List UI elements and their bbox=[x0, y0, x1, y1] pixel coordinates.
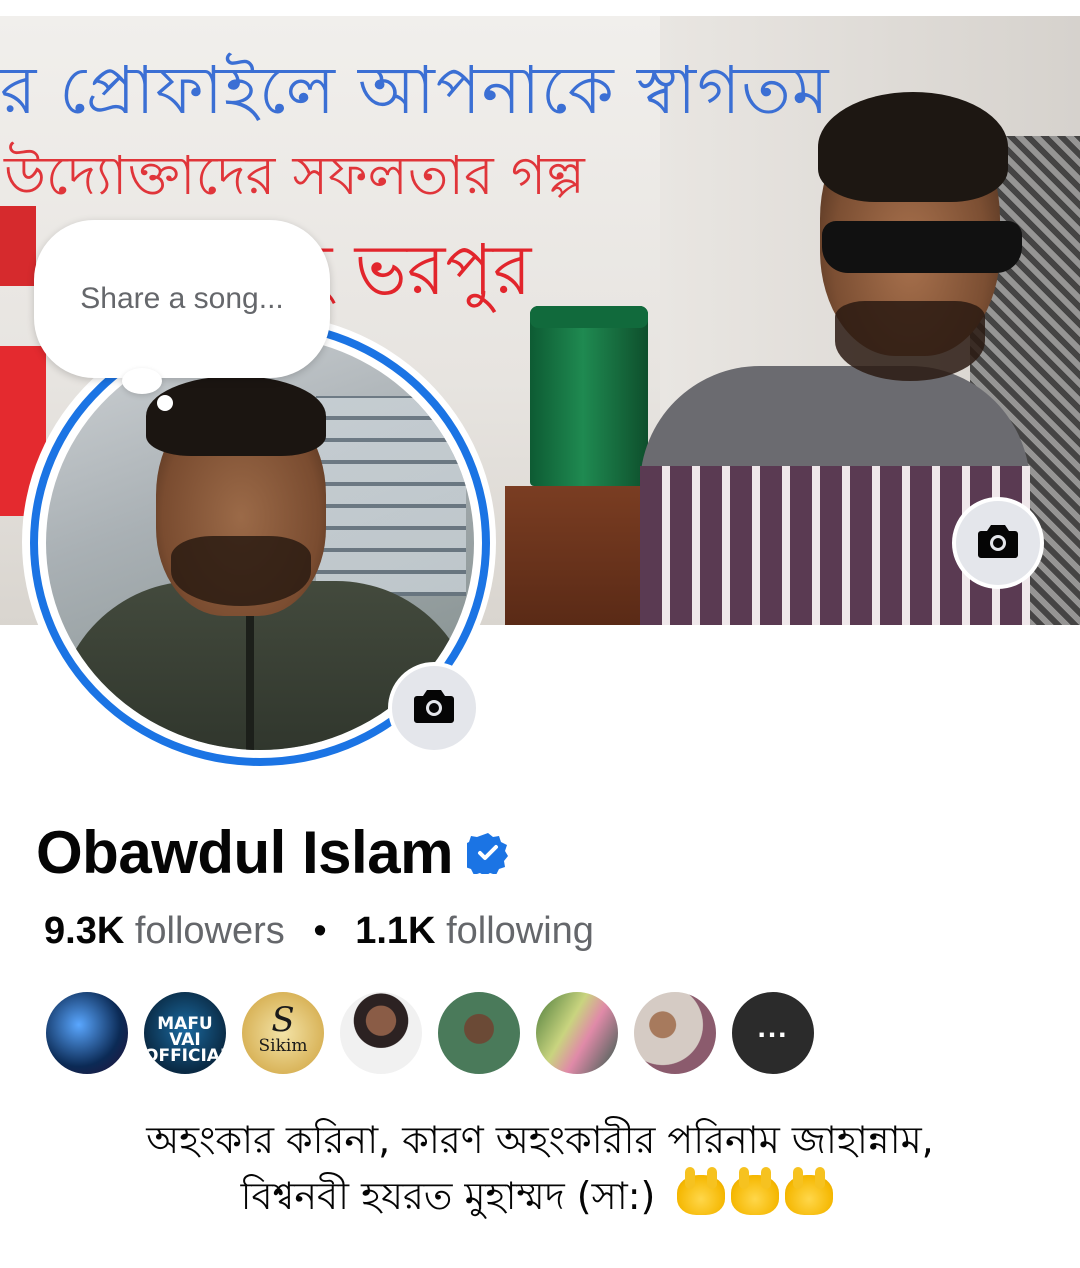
note-placeholder: Share a song... bbox=[80, 282, 284, 315]
bubble-tail bbox=[157, 395, 173, 411]
profile-bio: অহংকার করিনা, কারণ অহংকারীর পরিনাম জাহান… bbox=[0, 1112, 1080, 1224]
palms-up-together-icon bbox=[731, 1167, 780, 1215]
share-note-bubble[interactable]: Share a song... bbox=[34, 220, 330, 378]
friend-logo-letter: S bbox=[271, 1000, 295, 1040]
camera-icon bbox=[413, 688, 455, 729]
followers-count: 9.3K bbox=[44, 910, 125, 952]
cover-drum-top bbox=[530, 306, 648, 328]
bio-line-2: বিশ্বনবী হযরত মুহাম্মদ (সা:) bbox=[240, 1174, 656, 1218]
more-icon: ... bbox=[757, 1011, 789, 1044]
friend-avatar[interactable]: S Sikim bbox=[240, 990, 326, 1076]
followers-link[interactable]: 9.3K followers bbox=[44, 910, 285, 952]
mutual-friends-row: MAFU VAI OFFICIAL S Sikim ... bbox=[44, 990, 828, 1076]
following-count: 1.1K bbox=[355, 910, 436, 952]
cover-drum bbox=[530, 306, 648, 486]
cover-banner-line2: উদ্যোক্তাদের সফলতার গল্প bbox=[4, 144, 585, 207]
palms-up-together-icon bbox=[677, 1167, 726, 1215]
friend-avatar-text: Sikim bbox=[258, 1036, 308, 1056]
followers-label: followers bbox=[134, 910, 285, 952]
following-link[interactable]: 1.1K following bbox=[355, 910, 594, 952]
bio-emojis bbox=[677, 1167, 839, 1224]
friend-avatar[interactable] bbox=[338, 990, 424, 1076]
follow-stats: 9.3K followers • 1.1K following bbox=[44, 910, 594, 953]
camera-icon bbox=[977, 523, 1019, 564]
friend-avatar-text: MAFU VAI OFFICIAL bbox=[144, 1014, 228, 1066]
friend-avatar[interactable]: MAFU VAI OFFICIAL bbox=[142, 990, 228, 1076]
bubble-tail bbox=[122, 368, 162, 394]
following-label: following bbox=[446, 910, 594, 952]
stats-separator: • bbox=[313, 910, 327, 952]
profile-name-row: Obawdul Islam bbox=[36, 818, 509, 887]
see-more-friends-button[interactable]: ... bbox=[730, 990, 816, 1076]
verified-badge-icon[interactable] bbox=[461, 832, 509, 876]
profile-name: Obawdul Islam bbox=[36, 819, 453, 886]
friend-avatar[interactable] bbox=[44, 990, 130, 1076]
friend-avatar[interactable] bbox=[534, 990, 620, 1076]
edit-cover-photo-button[interactable] bbox=[952, 497, 1044, 589]
palms-up-together-icon bbox=[785, 1167, 834, 1215]
bio-line-1: অহংকার করিনা, কারণ অহংকারীর পরিনাম জাহান… bbox=[146, 1118, 934, 1162]
cover-red-panel bbox=[0, 206, 36, 286]
edit-profile-picture-button[interactable] bbox=[388, 662, 480, 754]
friend-avatar[interactable] bbox=[436, 990, 522, 1076]
friend-avatar[interactable] bbox=[632, 990, 718, 1076]
status-strip bbox=[0, 0, 1080, 16]
